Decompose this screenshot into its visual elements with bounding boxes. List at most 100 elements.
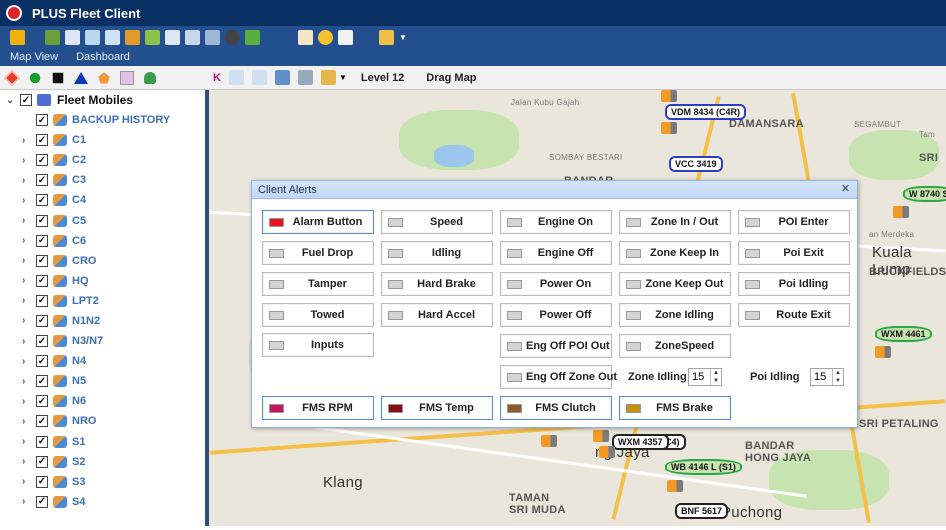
gallery-icon[interactable]: [205, 29, 220, 45]
vehicle-truck-icon[interactable]: [875, 346, 891, 358]
diamond-icon[interactable]: [4, 69, 20, 86]
checkbox[interactable]: ✓: [36, 355, 48, 368]
chevron-right-icon[interactable]: ›: [22, 155, 32, 166]
zoom-out-icon[interactable]: [228, 70, 244, 85]
vehicle-truck-icon[interactable]: [661, 90, 677, 102]
zoom-in-icon[interactable]: [251, 70, 267, 85]
chevron-right-icon[interactable]: ›: [22, 456, 32, 467]
vehicle-truck-icon[interactable]: [893, 206, 909, 218]
alarm-button-alert[interactable]: Alarm Button: [262, 210, 374, 234]
tree-item[interactable]: › ✓ N5: [0, 371, 205, 391]
zone-idling-alert[interactable]: Zone Idling: [619, 303, 731, 327]
tree-item[interactable]: › ✓ CRO: [0, 251, 205, 271]
tree-item-backup-history[interactable]: ✓ BACKUP HISTORY: [0, 110, 205, 130]
vehicle-truck-icon[interactable]: [593, 430, 609, 442]
tree-root[interactable]: ⌄ ✓ Fleet Mobiles: [0, 90, 205, 110]
idling-alert[interactable]: Idling: [381, 241, 493, 265]
chevron-right-icon[interactable]: ›: [22, 315, 32, 326]
tamper-alert[interactable]: Tamper: [262, 272, 374, 296]
chevron-right-icon[interactable]: ›: [22, 195, 32, 206]
route-icon[interactable]: [297, 70, 313, 85]
chevron-right-icon[interactable]: ›: [22, 416, 32, 427]
eng-off-poi-out-alert[interactable]: Eng Off POI Out: [500, 334, 612, 358]
chevron-right-icon[interactable]: ›: [22, 396, 32, 407]
chevron-right-icon[interactable]: ›: [22, 175, 32, 186]
hard-accel-alert[interactable]: Hard Accel: [381, 303, 493, 327]
fms-clutch-alert[interactable]: FMS Clutch: [500, 396, 612, 420]
poi-idling-spinner[interactable]: 15 ▲ ▼: [810, 368, 844, 386]
tree-item[interactable]: › ✓ N3/N7: [0, 331, 205, 351]
note-icon[interactable]: [298, 29, 313, 45]
checkbox[interactable]: ✓: [36, 415, 48, 428]
engine-on-alert[interactable]: Engine On: [500, 210, 612, 234]
checkbox[interactable]: ✓: [36, 314, 48, 327]
layers-icon[interactable]: [274, 70, 290, 85]
tree-item[interactable]: › ✓ N4: [0, 351, 205, 371]
zone-idling-spinner[interactable]: 15 ▲ ▼: [688, 368, 722, 386]
lock-icon[interactable]: [10, 29, 25, 45]
tree-item[interactable]: › ✓ C1: [0, 130, 205, 150]
close-icon[interactable]: ✕: [839, 183, 852, 196]
chevron-down-icon[interactable]: ▼: [399, 33, 407, 42]
square-icon[interactable]: [52, 72, 64, 83]
clock-icon[interactable]: [318, 29, 333, 45]
tree-item[interactable]: › ✓ S4: [0, 492, 205, 512]
tag-icon[interactable]: [120, 70, 134, 85]
fms-brake-alert[interactable]: FMS Brake: [619, 396, 731, 420]
fms-temp-alert[interactable]: FMS Temp: [381, 396, 493, 420]
spinner-down-icon[interactable]: ▼: [833, 377, 843, 385]
tree-item[interactable]: › ✓ NRO: [0, 411, 205, 431]
printer-icon[interactable]: [185, 29, 200, 45]
spinner-arrows[interactable]: ▲ ▼: [832, 369, 843, 385]
document-icon[interactable]: [85, 29, 100, 45]
vehicle-truck-icon[interactable]: [667, 480, 683, 492]
tree-item[interactable]: › ✓ S3: [0, 472, 205, 492]
power-off-alert[interactable]: Power Off: [500, 303, 612, 327]
vehicle-label[interactable]: WXM 4461: [875, 326, 932, 342]
settings-dropdown-icon[interactable]: [379, 29, 394, 45]
checkbox[interactable]: ✓: [36, 254, 48, 267]
checkbox[interactable]: ✓: [36, 475, 48, 488]
inputs-alert[interactable]: Inputs: [262, 333, 374, 357]
zone-keep-in-alert[interactable]: Zone Keep In: [619, 241, 731, 265]
spinner-up-icon[interactable]: ▲: [711, 369, 721, 377]
vehicle-truck-icon[interactable]: [541, 435, 557, 447]
spinner-arrows[interactable]: ▲ ▼: [710, 369, 721, 385]
zone-in-out-alert[interactable]: Zone In / Out: [619, 210, 731, 234]
zone-keep-out-alert[interactable]: Zone Keep Out: [619, 272, 731, 296]
tree-item[interactable]: › ✓ S2: [0, 452, 205, 472]
checkbox[interactable]: ✓: [36, 455, 48, 468]
vehicle-label[interactable]: W 8740 S: [903, 186, 946, 202]
tree-item[interactable]: › ✓ C5: [0, 210, 205, 230]
vehicle-truck-icon[interactable]: [599, 446, 615, 458]
chevron-right-icon[interactable]: ›: [22, 135, 32, 146]
tree-item[interactable]: › ✓ LPT2: [0, 291, 205, 311]
checkbox[interactable]: ✓: [36, 134, 48, 147]
first-page-icon[interactable]: K: [213, 72, 221, 84]
tree-item[interactable]: › ✓ S1: [0, 432, 205, 452]
checkbox[interactable]: ✓: [36, 194, 48, 207]
tree-item[interactable]: › ✓ C6: [0, 231, 205, 251]
chevron-right-icon[interactable]: ›: [22, 235, 32, 246]
user-icon[interactable]: [144, 71, 156, 84]
checkbox[interactable]: ✓: [36, 375, 48, 388]
power-on-alert[interactable]: Power On: [500, 272, 612, 296]
vehicle-label[interactable]: VCC 3419: [669, 156, 723, 172]
towed-alert[interactable]: Towed: [262, 303, 374, 327]
engine-off-alert[interactable]: Engine Off: [500, 241, 612, 265]
chevron-right-icon[interactable]: ›: [22, 275, 32, 286]
checkbox[interactable]: ✓: [36, 294, 48, 307]
hard-brake-alert[interactable]: Hard Brake: [381, 272, 493, 296]
chevron-right-icon[interactable]: ›: [22, 476, 32, 487]
tree-item[interactable]: › ✓ C2: [0, 150, 205, 170]
chevron-right-icon[interactable]: ›: [22, 215, 32, 226]
checkbox[interactable]: ✓: [36, 335, 48, 348]
vehicle-label[interactable]: BNF 5617: [675, 503, 729, 519]
checkbox[interactable]: ✓: [36, 435, 48, 448]
chevron-down-icon[interactable]: ▼: [339, 73, 347, 82]
tree-item[interactable]: › ✓ HQ: [0, 271, 205, 291]
vehicle-label[interactable]: VDM 8434 (C4R): [665, 104, 747, 120]
package-icon[interactable]: [245, 29, 260, 45]
tree-item[interactable]: › ✓ N6: [0, 391, 205, 411]
circle-icon[interactable]: [29, 72, 41, 83]
